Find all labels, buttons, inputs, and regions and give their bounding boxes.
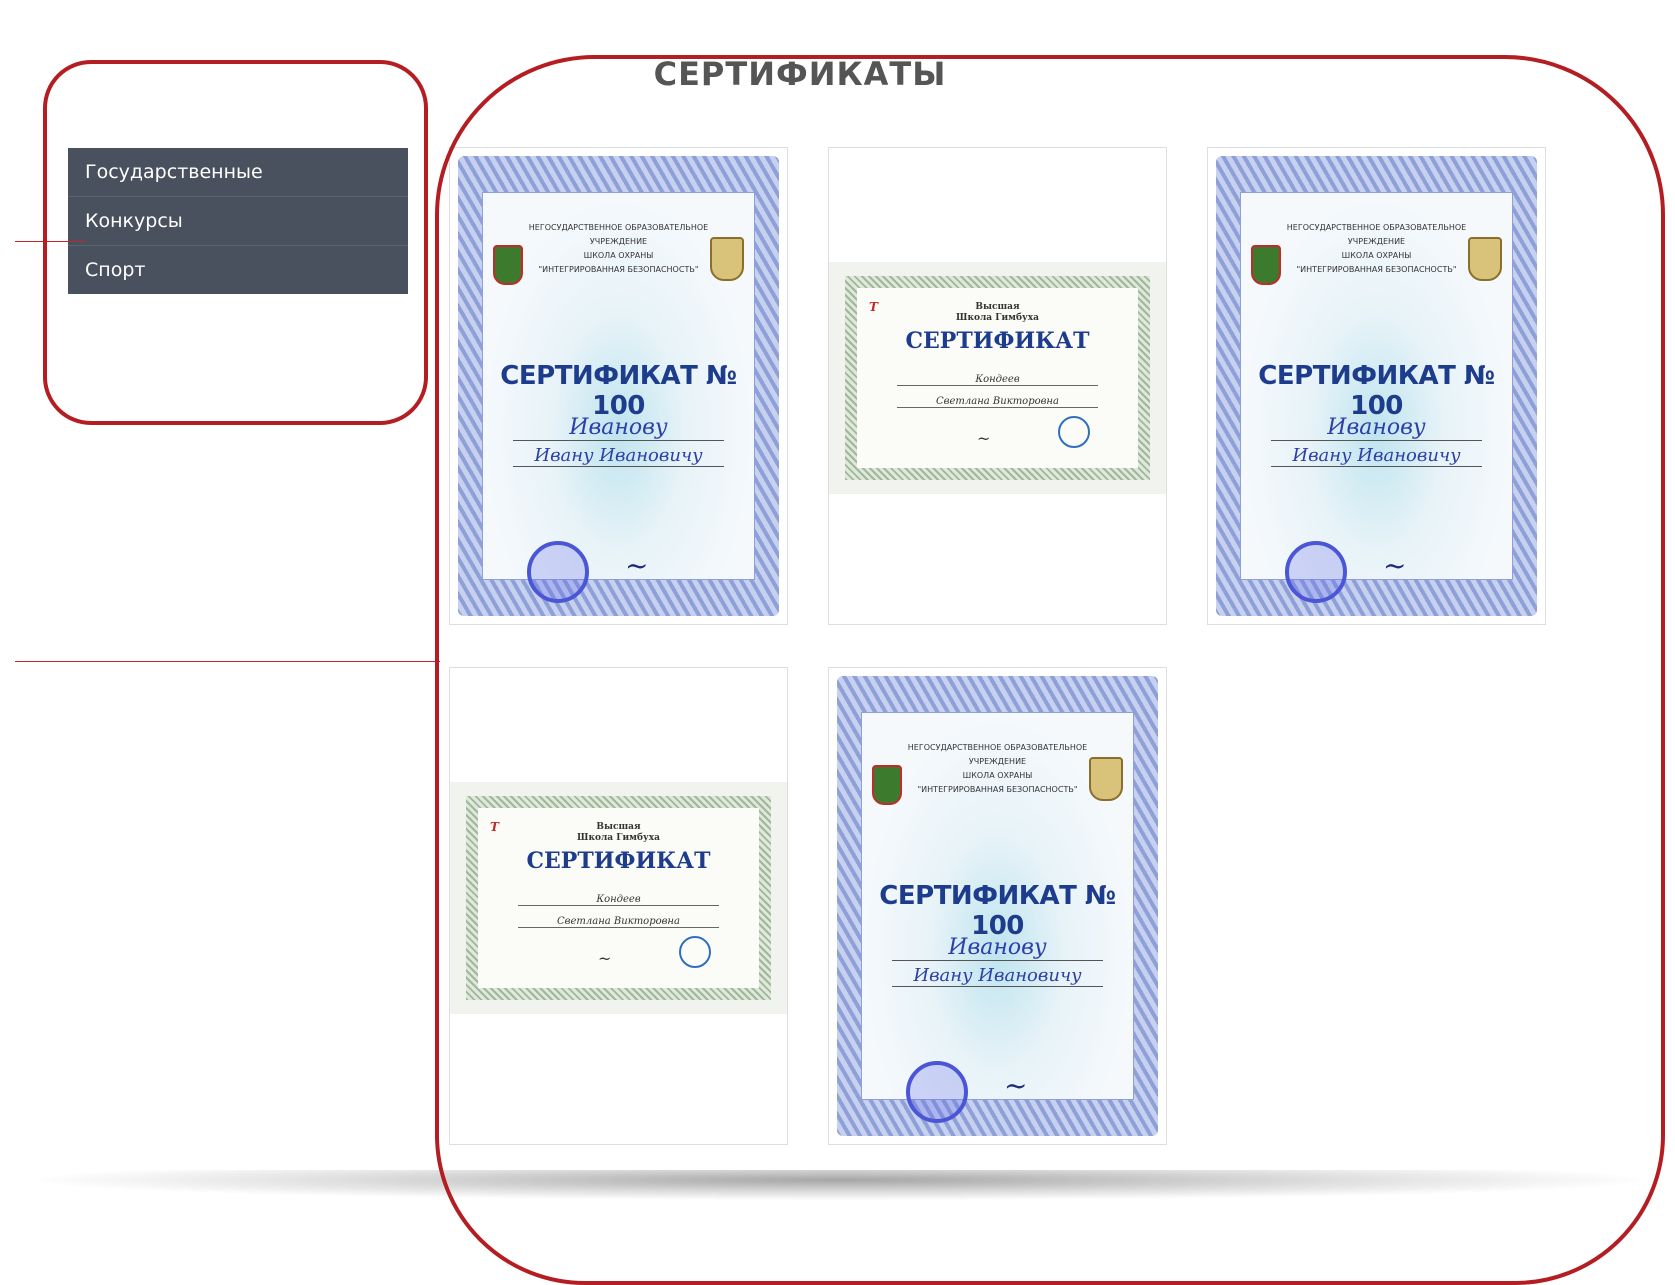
gallery-highlight-frame — [435, 55, 1665, 1285]
sidebar-highlight-frame — [43, 60, 428, 425]
separator-line — [15, 661, 440, 662]
